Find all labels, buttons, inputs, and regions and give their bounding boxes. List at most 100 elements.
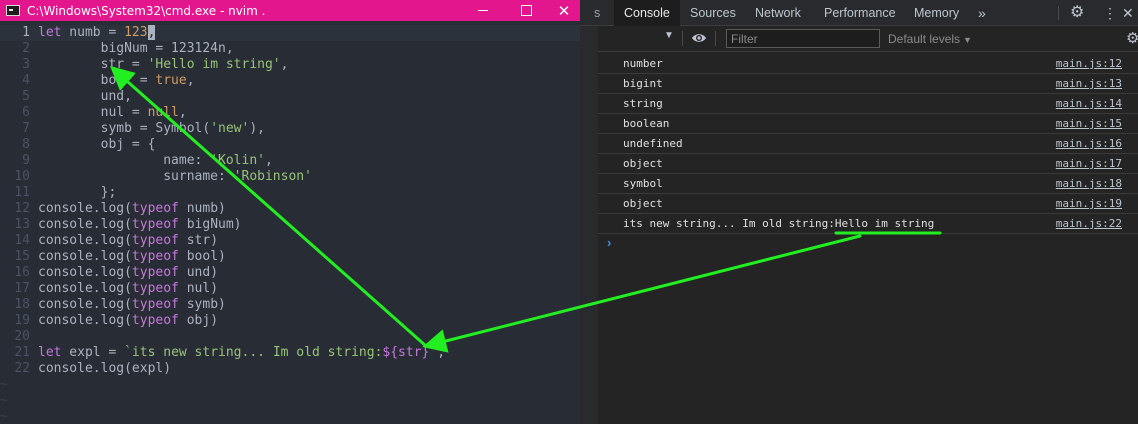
log-source-link[interactable]: main.js:19 (1056, 197, 1122, 210)
code-token: }; (38, 185, 117, 200)
code-line[interactable]: 6 nul = null, (0, 105, 187, 121)
code-text: symb = Symbol('new'), (30, 121, 265, 137)
nvim-cursor: , (147, 25, 156, 40)
terminal-window[interactable]: C:\Windows\System32\cmd.exe - nvim . ✕ 1… (0, 0, 580, 424)
code-line[interactable]: 7 symb = Symbol('new'), (0, 121, 265, 137)
chevron-down-icon: ▼ (963, 35, 972, 45)
tab-network[interactable]: Network (755, 0, 801, 26)
code-token: 'Robinson' (233, 169, 312, 184)
code-token: bigNum = 123124n, (38, 41, 234, 56)
log-source-link[interactable]: main.js:13 (1056, 77, 1122, 90)
code-token: typeof (131, 201, 179, 216)
code-token: 'new' (210, 121, 250, 136)
maximize-icon (520, 5, 532, 16)
code-text: console.log(typeof obj) (30, 313, 218, 329)
code-line[interactable]: 14 console.log(typeof str) (0, 233, 218, 249)
code-line[interactable]: 13 console.log(typeof bigNum) (0, 217, 242, 233)
line-number: 10 (14, 169, 30, 184)
code-line[interactable]: 15 console.log(typeof bool) (0, 249, 226, 265)
console-log-row: number main.js:12 (598, 54, 1138, 74)
code-line[interactable]: 17 console.log(typeof nul) (0, 281, 218, 297)
code-token: , (186, 73, 195, 88)
code-line[interactable]: 1 let numb = 123, (0, 25, 156, 41)
code-line[interactable]: 10 surname: 'Robinson' (0, 169, 312, 185)
log-levels-dropdown[interactable]: Default levels ▼ (888, 32, 972, 46)
console-prompt[interactable]: › (598, 234, 1138, 254)
code-line[interactable]: 18 console.log(typeof symb) (0, 297, 226, 313)
live-expression-eye-icon[interactable] (691, 32, 707, 44)
log-message: boolean (623, 117, 670, 130)
code-token: console.log( (38, 281, 132, 296)
code-line[interactable]: 4 bool = true, (0, 73, 195, 89)
log-source-link[interactable]: main.js:17 (1056, 157, 1122, 170)
code-line[interactable]: 20 (0, 329, 38, 345)
terminal-title-bar[interactable]: C:\Windows\System32\cmd.exe - nvim . ✕ (0, 0, 580, 21)
minimize-button[interactable] (460, 0, 506, 21)
code-text: name: 'Kolin', (30, 153, 273, 169)
code-token: und) (178, 265, 219, 280)
log-source-link[interactable]: main.js:18 (1056, 177, 1122, 190)
code-line[interactable]: 22 console.log(expl) (0, 361, 171, 377)
context-dropdown-caret-icon[interactable]: ▼ (664, 30, 674, 41)
log-message: symbol (623, 177, 663, 190)
more-tabs-icon[interactable]: » (978, 0, 986, 26)
line-number: 7 (22, 121, 30, 136)
tab-console[interactable]: Console (614, 0, 680, 26)
code-line[interactable]: 8 obj = { (0, 137, 155, 153)
code-line[interactable]: 11 }; (0, 185, 116, 201)
code-line[interactable]: 5 und, (0, 89, 132, 105)
line-number: 21 (14, 345, 30, 360)
code-token: bool = (38, 73, 156, 88)
code-text: console.log(expl) (30, 361, 171, 377)
line-number: 2 (22, 41, 30, 56)
tab-memory[interactable]: Memory (914, 0, 959, 26)
devtools-panel: s Console Sources Network Performance Me… (580, 0, 1138, 424)
close-window-button[interactable]: ✕ (548, 0, 580, 21)
settings-gear-icon[interactable]: ⚙ (1070, 0, 1084, 26)
log-source-link[interactable]: main.js:12 (1056, 57, 1122, 70)
console-settings-gear-icon[interactable]: ⚙ (1126, 29, 1138, 47)
maximize-button[interactable] (503, 0, 549, 21)
tilde-marker: ~ (0, 409, 8, 424)
code-line[interactable]: 12 console.log(typeof numb) (0, 201, 226, 217)
line-number: 8 (22, 137, 30, 152)
code-token: symb) (178, 297, 226, 312)
code-token: true (155, 73, 187, 88)
code-text: let numb = 123, (30, 25, 156, 41)
code-text: console.log(typeof bigNum) (30, 217, 242, 233)
line-number: 3 (22, 57, 30, 72)
nvim-editor[interactable]: 1 let numb = 123, 2 bigNum = 123124n, 3 str… (0, 21, 580, 424)
log-source-link[interactable]: main.js:15 (1056, 117, 1122, 130)
code-line[interactable]: 9 name: 'Kolin', (0, 153, 273, 169)
code-text: console.log(typeof str) (30, 233, 218, 249)
console-log-row: object main.js:17 (598, 154, 1138, 174)
code-token: nul = (38, 105, 148, 120)
code-text: console.log(typeof bool) (30, 249, 226, 265)
code-line[interactable]: 21 let expl = `its new string... Im old s… (0, 345, 445, 361)
close-devtools-icon[interactable]: ✕ (1122, 0, 1134, 26)
code-line[interactable]: 19 console.log(typeof obj) (0, 313, 218, 329)
tab-elements-partial[interactable]: s (594, 0, 600, 26)
line-number: 22 (14, 361, 30, 376)
code-token: console.log( (38, 297, 132, 312)
tab-sources[interactable]: Sources (690, 0, 736, 26)
devtools-edge (580, 0, 598, 424)
log-source-link[interactable]: main.js:22 (1056, 217, 1122, 230)
code-text: str = 'Hello im string', (30, 57, 289, 73)
kebab-menu-icon[interactable]: ⋮ (1103, 0, 1117, 26)
code-token: ), (249, 121, 265, 136)
console-log-row: object main.js:19 (598, 194, 1138, 214)
code-line[interactable]: 2 bigNum = 123124n, (0, 41, 234, 57)
tab-performance[interactable]: Performance (824, 0, 896, 26)
log-source-link[interactable]: main.js:16 (1056, 137, 1122, 150)
code-token: bigNum) (178, 217, 242, 232)
tab-divider (1058, 6, 1059, 20)
terminal-title: C:\Windows\System32\cmd.exe - nvim . (27, 3, 266, 18)
code-line[interactable]: 16 console.log(typeof und) (0, 265, 218, 281)
code-line[interactable]: 3 str = 'Hello im string', (0, 57, 288, 73)
console-filter-input[interactable] (726, 29, 880, 48)
code-text: nul = null, (30, 105, 187, 121)
code-token: 'Hello im string' (147, 57, 281, 72)
code-text: let expl = `its new string... Im old str… (30, 345, 445, 361)
log-source-link[interactable]: main.js:14 (1056, 97, 1122, 110)
